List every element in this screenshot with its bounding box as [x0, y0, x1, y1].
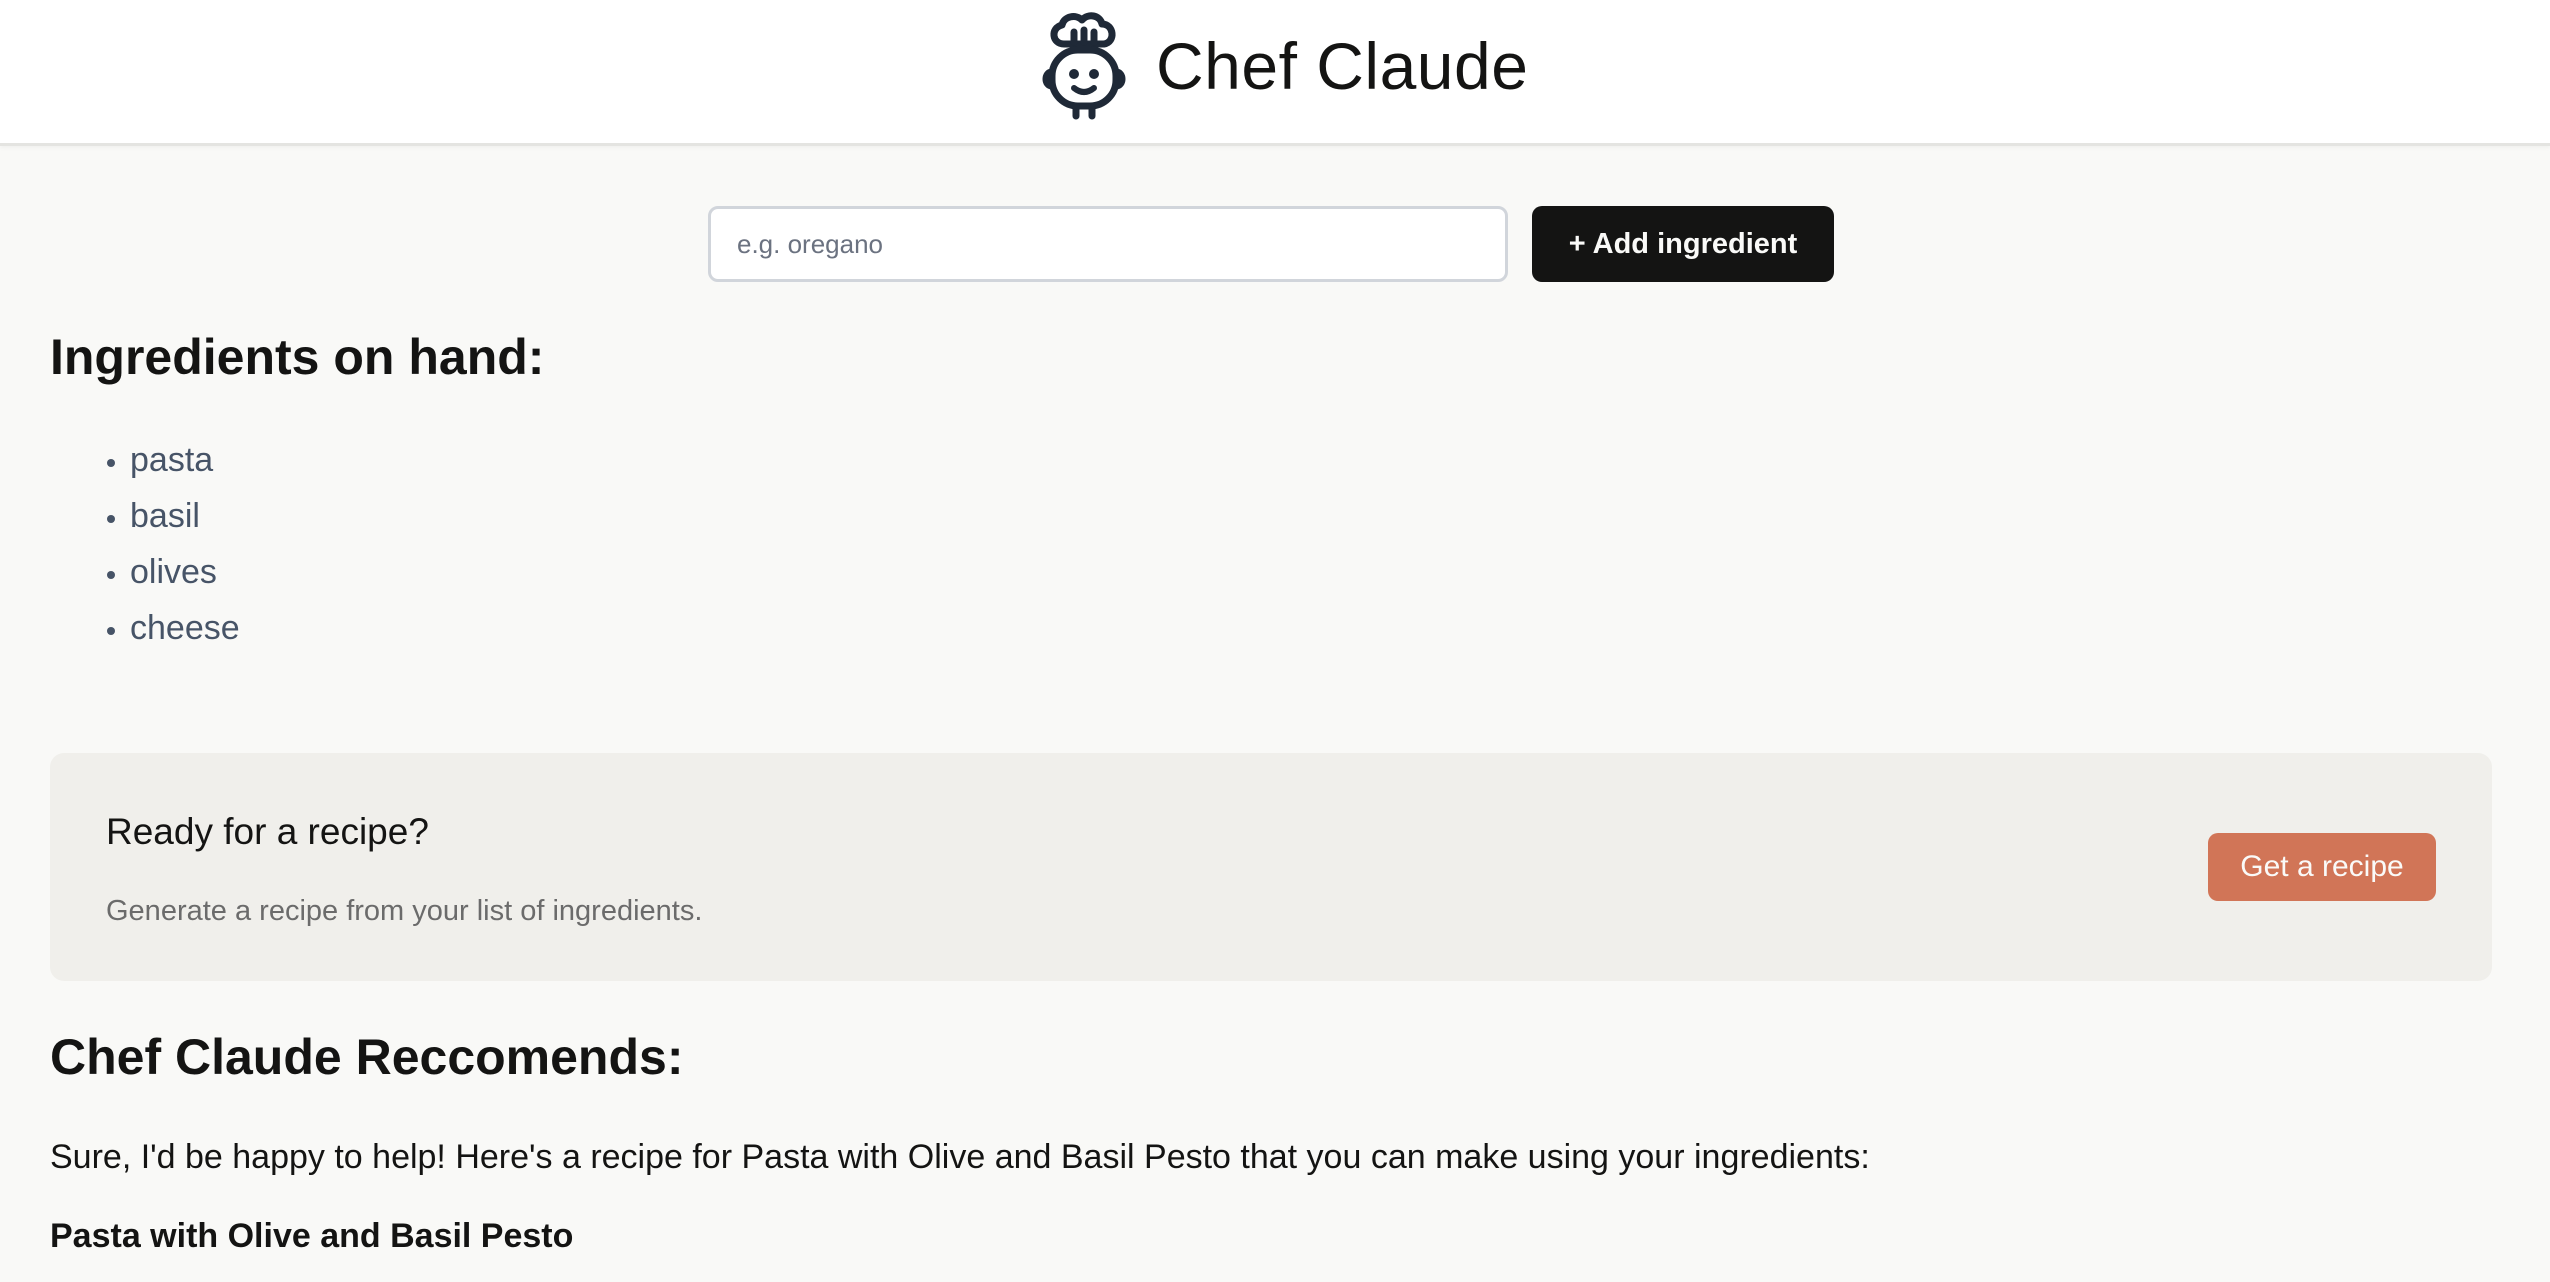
- ingredients-list: pasta basil olives cheese: [50, 432, 240, 656]
- recommendation-heading: Chef Claude Reccomends:: [50, 1029, 684, 1085]
- ingredient-item: basil: [130, 488, 240, 544]
- app-title: Chef Claude: [1156, 29, 1529, 103]
- add-ingredient-button[interactable]: + Add ingredient: [1532, 206, 1834, 282]
- get-recipe-button[interactable]: Get a recipe: [2208, 833, 2436, 901]
- ingredient-item: pasta: [130, 432, 240, 488]
- app-header: Chef Claude: [0, 0, 2550, 146]
- ingredients-heading: Ingredients on hand:: [50, 329, 545, 385]
- recipe-name: Pasta with Olive and Basil Pesto: [50, 1217, 574, 1255]
- ingredient-item: olives: [130, 544, 240, 600]
- recipe-card-subtitle: Generate a recipe from your list of ingr…: [106, 895, 703, 927]
- ingredient-input[interactable]: [708, 206, 1508, 282]
- recommendation-intro: Sure, I'd be happy to help! Here's a rec…: [50, 1138, 1870, 1176]
- get-recipe-card: Ready for a recipe? Generate a recipe fr…: [50, 753, 2492, 981]
- recipe-card-title: Ready for a recipe?: [106, 811, 429, 852]
- ingredient-item: cheese: [130, 600, 240, 656]
- chef-robot-icon: [1042, 12, 1126, 120]
- add-ingredient-form: + Add ingredient: [708, 206, 1834, 282]
